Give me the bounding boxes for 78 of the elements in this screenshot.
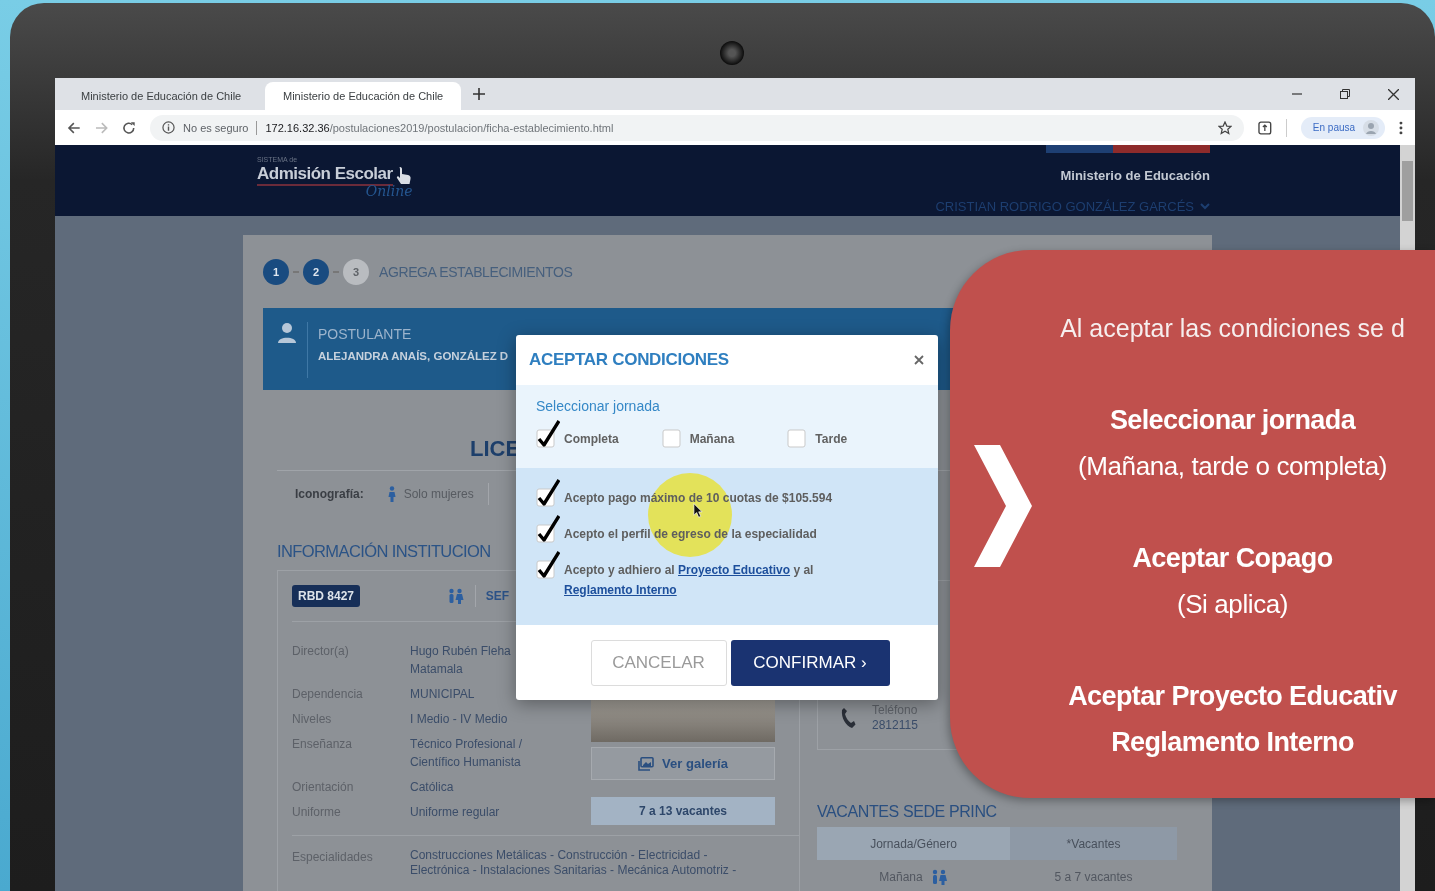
callout-heading: Aceptar Copago [1131, 542, 1334, 575]
checkbox[interactable] [536, 478, 560, 507]
ministry-name: Ministerio de Educación [1060, 168, 1210, 183]
checkbox[interactable] [536, 419, 560, 448]
legend-label: Iconografía: [295, 487, 364, 501]
callout-text: Al aceptar las condiciones se d [1059, 313, 1406, 344]
menu-dots-icon[interactable] [1399, 120, 1403, 135]
checkbox-label: Acepto el perfil de egreso de la especialidad [564, 526, 817, 543]
field-value: Hugo Rubén Fleha Matamala [410, 643, 512, 678]
browser-tab[interactable]: Ministerio de Educación de Chile [265, 82, 461, 110]
chevron-icon [974, 445, 1032, 567]
section-heading: VACANTES SEDE PRINC [817, 802, 997, 822]
checkbox-label: Acepto y adhiero al Proyecto Educativo y al Reglamento Interno [564, 562, 815, 599]
woman-icon [387, 486, 396, 502]
gallery-icon [638, 756, 655, 771]
checkbox[interactable] [536, 514, 560, 543]
close-icon[interactable] [914, 355, 924, 365]
table-cell: Mañana [817, 860, 1010, 891]
info-icon[interactable] [162, 121, 175, 134]
phone-number: 2812115 [872, 718, 918, 733]
callout-text: (Mañana, tarde o completa) [1077, 450, 1388, 483]
logo-text: Online [365, 183, 413, 199]
field-value: Técnico Profesional / Científico Humanista [410, 736, 524, 771]
callout-heading: Aceptar Proyecto Educativ Reglamento Interno [1067, 680, 1399, 759]
scrollbar-thumb[interactable] [1402, 161, 1413, 221]
checkbox-label: Tarde [815, 431, 848, 448]
security-label[interactable]: No es seguro [183, 121, 249, 134]
step-circle: 1 [263, 259, 289, 285]
callout-text: (Si aplica) [1175, 588, 1290, 621]
star-icon[interactable] [1218, 120, 1233, 135]
browser-tab[interactable]: Ministerio de Educación de Chile [63, 82, 259, 110]
vacancies-badge: 7 a 13 vacantes [591, 797, 775, 825]
people-icon [930, 868, 948, 886]
rbd-badge: RBD 8427 [292, 585, 361, 607]
cursor-icon [693, 503, 703, 518]
extension-icon[interactable] [1258, 120, 1272, 135]
callout-heading: Seleccionar jornada [1108, 404, 1357, 437]
dialog-title: ACEPTAR CONDICIONES [529, 350, 729, 370]
link[interactable]: Proyecto Educativo [678, 563, 791, 577]
section-label: Seleccionar jornada [536, 397, 661, 415]
table-cell-text: 5 a 7 vacantes [1053, 869, 1134, 886]
field-value: Católica [410, 779, 455, 796]
step-circle: 2 [303, 259, 329, 285]
type-label: SEF [485, 589, 509, 603]
field-value: Construcciones Metálicas - Construcción - Electricidad - Electrónica - Instalaciones Sanitarias - Mecánica Automotriz - [410, 848, 738, 878]
school-title: LICE [470, 436, 521, 462]
url-text: 172.16.32.36/postulaciones2019/postulacion/ficha-establecimiento.html [265, 121, 614, 134]
phone-icon [840, 707, 856, 729]
column-header: *Vacantes [1010, 827, 1177, 860]
step-title: AGREGA ESTABLECIMIENTOS [379, 264, 573, 280]
checkbox-label: Completa [564, 431, 619, 448]
close-icon[interactable] [1388, 88, 1399, 100]
confirm-button[interactable]: CONFIRMAR › [730, 639, 890, 686]
link[interactable]: Reglamento Interno [564, 583, 677, 597]
applicant-label: POSTULANTE [318, 326, 413, 342]
webcam [720, 41, 744, 65]
field-value: MUNICIPAL [410, 686, 476, 703]
plus-icon[interactable] [473, 88, 485, 100]
flag-stripe-icon [1046, 145, 1210, 153]
logo-text: Admisión Escolar [257, 164, 393, 186]
applicant-name: ALEJANDRA ANAÍS, GONZÁLEZ D [318, 350, 509, 362]
reload-icon[interactable] [122, 120, 136, 135]
chevron-down-icon [1200, 203, 1210, 210]
profile-chip[interactable]: En pausa [1300, 116, 1386, 139]
column-header: Jornada/Género [817, 827, 1010, 860]
field-value: Uniforme regular [410, 804, 501, 821]
restore-icon[interactable] [1340, 89, 1350, 99]
section-heading: INFORMACIÓN INSTITUCION [277, 541, 491, 561]
back-arrow-icon[interactable] [67, 120, 81, 135]
url-field[interactable]: No es seguro 172.16.32.36/postulaciones2019/postulacion/ficha-establecimiento.html [150, 114, 1245, 141]
people-icon [446, 587, 465, 605]
hand-pointer-icon [394, 166, 413, 186]
checkbox-label: Mañana [689, 431, 735, 448]
checkbox[interactable] [536, 550, 560, 579]
avatar-icon [1363, 119, 1380, 136]
field-value: I Medio - IV Medio [410, 711, 509, 728]
person-icon [277, 322, 297, 344]
step-circle: 3 [343, 259, 369, 285]
